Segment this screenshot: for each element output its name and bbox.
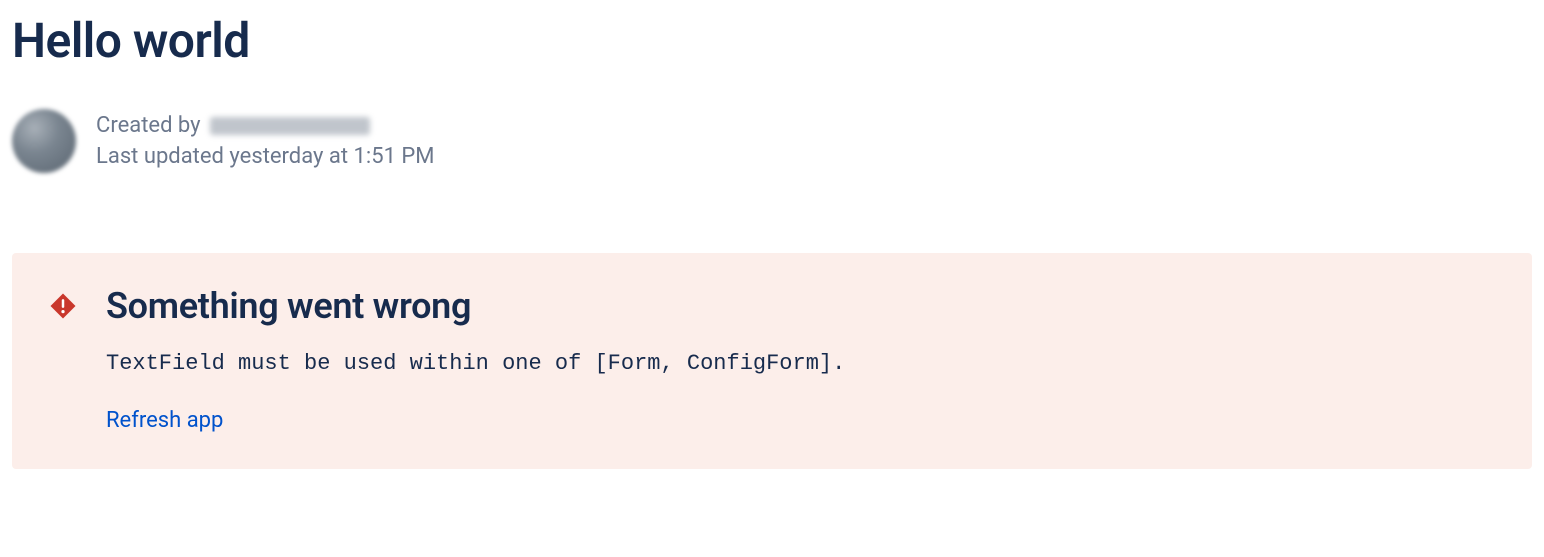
error-content: Something went wrong TextField must be u…	[106, 285, 845, 433]
byline-text: Created by Last updated yesterday at 1:5…	[96, 113, 434, 169]
created-by-label: Created by	[96, 113, 201, 138]
refresh-app-link[interactable]: Refresh app	[106, 408, 845, 433]
page-title: Hello world	[12, 12, 1532, 69]
error-message: TextField must be used within one of [Fo…	[106, 349, 845, 380]
byline: Created by Last updated yesterday at 1:5…	[12, 109, 1532, 173]
author-name-redacted	[210, 117, 370, 135]
last-updated: Last updated yesterday at 1:51 PM	[96, 144, 434, 169]
error-icon	[48, 291, 78, 321]
avatar	[12, 109, 76, 173]
error-panel: Something went wrong TextField must be u…	[12, 253, 1532, 469]
created-by-line: Created by	[96, 113, 434, 138]
error-title: Something went wrong	[106, 285, 845, 327]
